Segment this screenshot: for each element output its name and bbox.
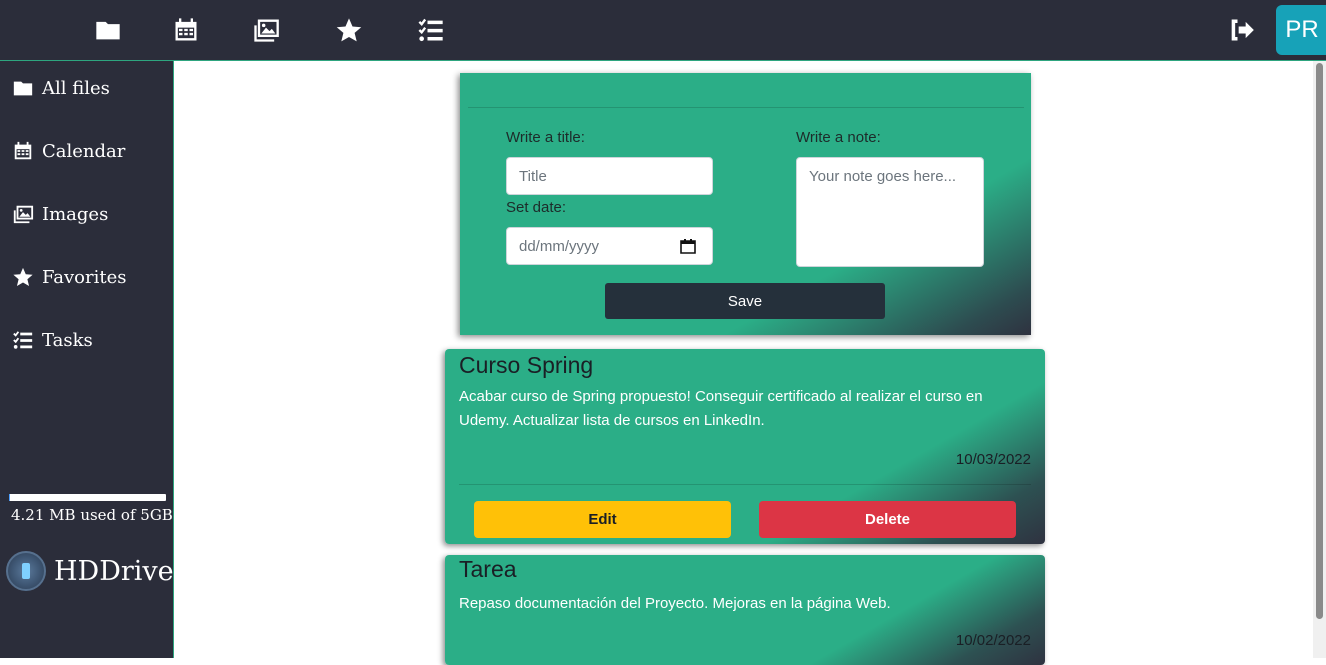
star-icon — [12, 266, 34, 288]
user-avatar[interactable]: PR — [1276, 5, 1326, 55]
date-label: Set date: — [506, 199, 566, 216]
note-textarea[interactable]: Your note goes here... — [796, 157, 984, 267]
sidebar-item-label: All files — [42, 78, 110, 99]
delete-button[interactable]: Delete — [759, 501, 1016, 538]
sidebar-item-label: Images — [42, 204, 108, 225]
calendar-picker-icon[interactable] — [680, 238, 696, 254]
save-button[interactable]: Save — [605, 283, 885, 319]
top-navbar: PR — [0, 0, 1326, 61]
tasks-icon[interactable] — [415, 14, 447, 46]
sidebar-item-favorites[interactable]: Favorites — [12, 262, 127, 292]
sidebar-item-all-files[interactable]: All files — [12, 73, 110, 103]
tasks-icon — [12, 329, 34, 351]
sidebar-item-label: Favorites — [42, 267, 127, 288]
title-input[interactable]: Title — [506, 157, 713, 195]
sidebar-item-tasks[interactable]: Tasks — [12, 325, 93, 355]
images-icon[interactable] — [250, 14, 282, 46]
note-title: Tarea — [459, 556, 517, 583]
title-label: Write a title: — [506, 129, 585, 146]
calendar-icon — [12, 140, 34, 162]
note-divider — [459, 484, 1031, 485]
hddrive-logo-icon — [6, 551, 46, 591]
star-icon[interactable] — [333, 14, 365, 46]
new-note-form: Write a title: Title Set date: dd/mm/yyy… — [460, 73, 1031, 335]
note-card: Curso Spring Acabar curso de Spring prop… — [445, 349, 1045, 544]
date-input[interactable]: dd/mm/yyyy — [506, 227, 713, 265]
note-date: 10/02/2022 — [956, 632, 1031, 649]
main-scrollbar[interactable] — [1313, 61, 1326, 658]
note-date: 10/03/2022 — [956, 451, 1031, 468]
edit-button[interactable]: Edit — [474, 501, 731, 538]
brand-logo[interactable]: HDDrive — [6, 551, 174, 591]
note-text: Repaso documentación del Proyecto. Mejor… — [459, 592, 1029, 616]
images-icon — [12, 203, 34, 225]
sidebar-item-label: Tasks — [42, 330, 93, 351]
sidebar-item-calendar[interactable]: Calendar — [12, 136, 125, 166]
scrollbar-thumb[interactable] — [1316, 63, 1323, 619]
folder-icon[interactable] — [92, 14, 124, 46]
sidebar: All files Calendar Images Favorites Task… — [0, 61, 174, 658]
sign-out-icon[interactable] — [1225, 14, 1257, 46]
brand-name: HDDrive — [54, 556, 174, 587]
note-label: Write a note: — [796, 129, 881, 146]
folder-icon — [12, 77, 34, 99]
sidebar-item-label: Calendar — [42, 141, 125, 162]
date-placeholder: dd/mm/yyyy — [519, 238, 599, 255]
sidebar-item-images[interactable]: Images — [12, 199, 108, 229]
note-text: Acabar curso de Spring propuesto! Conseg… — [459, 385, 1029, 433]
storage-progress-bar — [9, 494, 166, 501]
storage-usage-text: 4.21 MB used of 5GB — [11, 506, 173, 524]
note-title: Curso Spring — [459, 352, 593, 379]
form-divider — [468, 107, 1024, 108]
calendar-icon[interactable] — [170, 14, 202, 46]
note-card: Tarea Repaso documentación del Proyecto.… — [445, 555, 1045, 665]
